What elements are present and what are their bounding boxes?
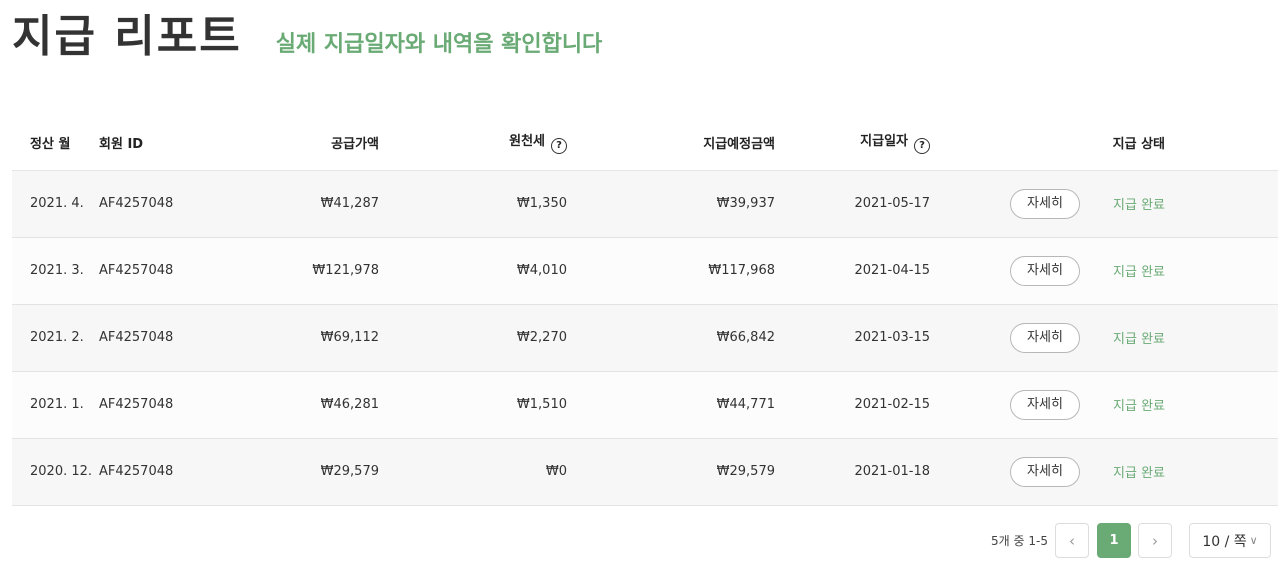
cell-month: 2020. 12. bbox=[12, 438, 99, 506]
cell-detail: 자세히 bbox=[930, 170, 1080, 238]
cell-member-id: AF4257048 bbox=[99, 237, 239, 305]
status-badge: 지급 완료 bbox=[1113, 399, 1165, 414]
cell-status: 지급 완료 bbox=[1080, 237, 1165, 305]
table-row: 2021. 3. AF4257048 ₩121,978 ₩4,010 ₩117,… bbox=[12, 237, 1278, 305]
column-header-detail bbox=[930, 115, 1080, 171]
cell-month: 2021. 4. bbox=[12, 170, 99, 238]
cell-month: 2021. 1. bbox=[12, 371, 99, 439]
status-badge: 지급 완료 bbox=[1113, 198, 1165, 213]
pagination: 5개 중 1-5 ‹ 1 › 10 / 쪽 ∨ bbox=[0, 523, 1280, 558]
cell-withholding-tax: ₩1,350 bbox=[379, 170, 567, 238]
detail-button[interactable]: 자세히 bbox=[1010, 389, 1080, 420]
cell-member-id: AF4257048 bbox=[99, 170, 239, 238]
column-header-spacer bbox=[1165, 115, 1278, 171]
cell-withholding-tax: ₩2,270 bbox=[379, 304, 567, 372]
cell-expected-amount: ₩117,968 bbox=[567, 237, 775, 305]
cell-supply-amount: ₩121,978 bbox=[239, 237, 379, 305]
column-header-withholding-tax-label: 원천세 bbox=[509, 134, 545, 150]
column-header-payment-date: 지급일자? bbox=[775, 115, 930, 171]
status-badge: 지급 완료 bbox=[1113, 466, 1165, 481]
page-size-value: 10 / 쪽 bbox=[1202, 533, 1247, 550]
cell-detail: 자세히 bbox=[930, 237, 1080, 305]
table-row: 2021. 2. AF4257048 ₩69,112 ₩2,270 ₩66,84… bbox=[12, 304, 1278, 372]
page-header: 지급 리포트 실제 지급일자와 내역을 확인합니다 bbox=[12, 4, 602, 74]
cell-payment-date: 2021-05-17 bbox=[775, 170, 930, 238]
cell-spacer bbox=[1165, 237, 1278, 305]
cell-member-id: AF4257048 bbox=[99, 438, 239, 506]
table-row: 2021. 4. AF4257048 ₩41,287 ₩1,350 ₩39,93… bbox=[12, 170, 1278, 238]
cell-month: 2021. 2. bbox=[12, 304, 99, 372]
status-badge: 지급 완료 bbox=[1113, 332, 1165, 347]
cell-member-id: AF4257048 bbox=[99, 304, 239, 372]
help-icon[interactable]: ? bbox=[914, 138, 930, 155]
page-number-button[interactable]: 1 bbox=[1097, 523, 1131, 558]
cell-payment-date: 2021-04-15 bbox=[775, 237, 930, 305]
cell-spacer bbox=[1165, 304, 1278, 372]
cell-withholding-tax: ₩0 bbox=[379, 438, 567, 506]
prev-page-button[interactable]: ‹ bbox=[1055, 523, 1089, 558]
detail-button[interactable]: 자세히 bbox=[1010, 188, 1080, 219]
cell-supply-amount: ₩46,281 bbox=[239, 371, 379, 439]
cell-detail: 자세히 bbox=[930, 371, 1080, 439]
next-page-button[interactable]: › bbox=[1138, 523, 1172, 558]
cell-detail: 자세히 bbox=[930, 304, 1080, 372]
page-subtitle: 실제 지급일자와 내역을 확인합니다 bbox=[275, 32, 603, 57]
table-row: 2021. 1. AF4257048 ₩46,281 ₩1,510 ₩44,77… bbox=[12, 371, 1278, 439]
column-header-supply-amount: 공급가액 bbox=[239, 115, 379, 171]
detail-button[interactable]: 자세히 bbox=[1010, 255, 1080, 286]
status-badge: 지급 완료 bbox=[1113, 265, 1165, 280]
cell-expected-amount: ₩39,937 bbox=[567, 170, 775, 238]
cell-detail: 자세히 bbox=[930, 438, 1080, 506]
column-header-payment-date-label: 지급일자 bbox=[860, 134, 908, 150]
column-header-month: 정산 월 bbox=[12, 115, 99, 171]
column-header-member-id: 회원 ID bbox=[99, 115, 239, 171]
cell-expected-amount: ₩44,771 bbox=[567, 371, 775, 439]
cell-spacer bbox=[1165, 170, 1278, 238]
chevron-down-icon: ∨ bbox=[1249, 534, 1258, 547]
cell-expected-amount: ₩29,579 bbox=[567, 438, 775, 506]
detail-button[interactable]: 자세히 bbox=[1010, 322, 1080, 353]
detail-button[interactable]: 자세히 bbox=[1010, 456, 1080, 487]
page-size-select[interactable]: 10 / 쪽 ∨ bbox=[1189, 523, 1271, 558]
cell-payment-date: 2021-01-18 bbox=[775, 438, 930, 506]
table-header-row: 정산 월 회원 ID 공급가액 원천세? 지급예정금액 지급일자? 지급 상태 bbox=[12, 115, 1278, 171]
chevron-left-icon: ‹ bbox=[1069, 531, 1075, 550]
cell-spacer bbox=[1165, 438, 1278, 506]
chevron-right-icon: › bbox=[1152, 531, 1158, 550]
cell-status: 지급 완료 bbox=[1080, 170, 1165, 238]
cell-member-id: AF4257048 bbox=[99, 371, 239, 439]
cell-status: 지급 완료 bbox=[1080, 371, 1165, 439]
cell-status: 지급 완료 bbox=[1080, 304, 1165, 372]
cell-month: 2021. 3. bbox=[12, 237, 99, 305]
table-row: 2020. 12. AF4257048 ₩29,579 ₩0 ₩29,579 2… bbox=[12, 438, 1278, 506]
column-header-status: 지급 상태 bbox=[1080, 115, 1165, 171]
column-header-expected-amount: 지급예정금액 bbox=[567, 115, 775, 171]
cell-expected-amount: ₩66,842 bbox=[567, 304, 775, 372]
help-icon[interactable]: ? bbox=[551, 138, 567, 155]
cell-withholding-tax: ₩1,510 bbox=[379, 371, 567, 439]
pagination-summary: 5개 중 1-5 bbox=[991, 534, 1048, 548]
cell-payment-date: 2021-03-15 bbox=[775, 304, 930, 372]
cell-spacer bbox=[1165, 371, 1278, 439]
cell-supply-amount: ₩41,287 bbox=[239, 170, 379, 238]
cell-withholding-tax: ₩4,010 bbox=[379, 237, 567, 305]
page-title: 지급 리포트 bbox=[12, 11, 242, 62]
cell-supply-amount: ₩69,112 bbox=[239, 304, 379, 372]
payment-report-table: 정산 월 회원 ID 공급가액 원천세? 지급예정금액 지급일자? 지급 상태 … bbox=[12, 115, 1278, 506]
cell-payment-date: 2021-02-15 bbox=[775, 371, 930, 439]
column-header-withholding-tax: 원천세? bbox=[379, 115, 567, 171]
cell-supply-amount: ₩29,579 bbox=[239, 438, 379, 506]
cell-status: 지급 완료 bbox=[1080, 438, 1165, 506]
